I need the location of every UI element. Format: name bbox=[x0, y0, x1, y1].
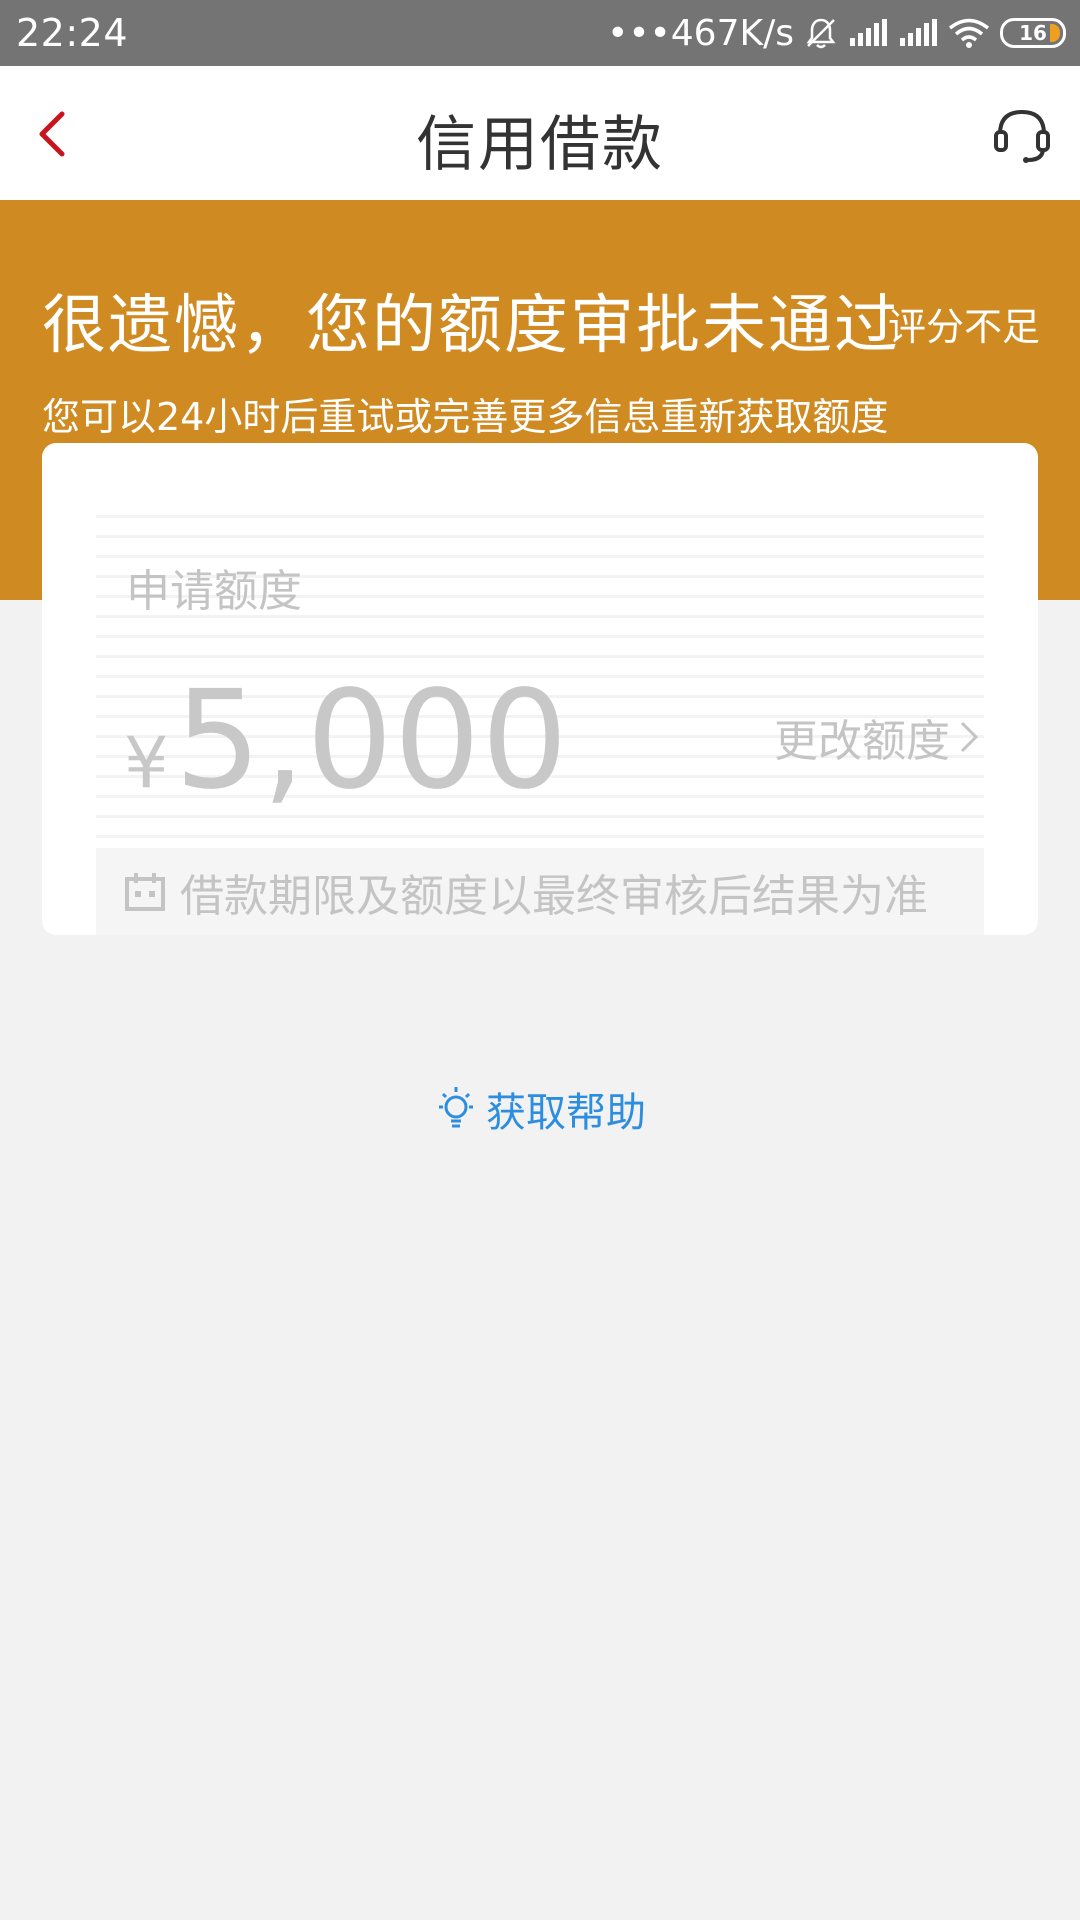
apply-limit-label: 申请额度 bbox=[126, 566, 302, 617]
notice-bar: 借款期限及额度以最终审核后结果为准 bbox=[96, 848, 984, 935]
bell-off-icon bbox=[804, 16, 838, 50]
rejection-subtitle: 您可以24小时后重试或完善更多信息重新获取额度 bbox=[42, 395, 889, 439]
lightbulb-icon bbox=[439, 1087, 473, 1128]
status-bar: 22:24 •••467K/s 16 bbox=[0, 0, 1080, 66]
status-time: 22:24 bbox=[16, 11, 129, 55]
notice-text: 借款期限及额度以最终审核后结果为准 bbox=[180, 870, 928, 922]
signal-icon bbox=[898, 18, 938, 48]
change-limit-link[interactable]: 更改额度 bbox=[774, 705, 980, 769]
battery-icon: 16 bbox=[1000, 18, 1066, 48]
status-icons: •••467K/s 16 bbox=[607, 13, 1066, 54]
headset-icon bbox=[994, 109, 1050, 163]
nav-bar: 信用借款 bbox=[0, 66, 1080, 200]
rejection-reason: 评分不足 bbox=[887, 305, 1040, 349]
wifi-icon bbox=[948, 17, 990, 49]
page-title: 信用借款 bbox=[416, 110, 664, 180]
calendar-icon bbox=[125, 872, 165, 911]
amount-display: ¥ 5,000 bbox=[124, 673, 569, 809]
amount-value: 5,000 bbox=[174, 662, 569, 820]
customer-service-button[interactable] bbox=[990, 102, 1054, 166]
currency-symbol: ¥ bbox=[124, 722, 169, 804]
get-help-label: 获取帮助 bbox=[486, 1090, 646, 1136]
credit-card-panel: 申请额度 ¥ 5,000 更改额度 借款期限及额度以最终审核后结果为准 bbox=[42, 443, 1038, 935]
page: 22:24 •••467K/s 16 信用借款 很遗憾，您的额度审批未通过 评分… bbox=[0, 0, 1080, 1920]
change-limit-label: 更改额度 bbox=[774, 716, 950, 767]
rejection-title: 很遗憾，您的额度审批未通过 bbox=[42, 289, 900, 363]
get-help-link[interactable]: 获取帮助 bbox=[0, 1080, 1080, 1138]
chevron-right-icon bbox=[960, 721, 979, 753]
net-speed: •••467K/s bbox=[607, 12, 794, 54]
signal-icon bbox=[848, 18, 888, 48]
battery-level: 16 bbox=[1019, 21, 1047, 45]
